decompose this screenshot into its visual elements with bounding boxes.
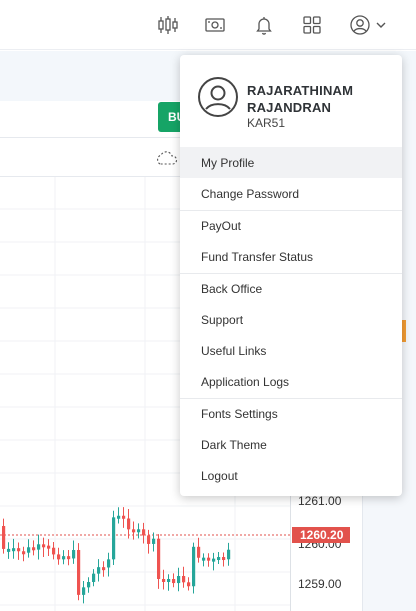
- apps-grid-icon[interactable]: [300, 13, 324, 37]
- candle-body: [107, 559, 111, 568]
- candle-body: [97, 567, 101, 574]
- menu-item-support[interactable]: Support: [180, 304, 402, 335]
- candle-body: [222, 557, 226, 561]
- menu-item-logout[interactable]: Logout: [180, 460, 402, 491]
- menu-item-fonts-settings[interactable]: Fonts Settings: [180, 398, 402, 429]
- candle-body: [57, 554, 61, 560]
- price-label: 1261.00: [298, 494, 342, 508]
- profile-header: RAJARATHINAM RAJANDRAN KAR51: [180, 55, 402, 147]
- candle-body: [182, 575, 186, 583]
- candle-body: [132, 529, 136, 533]
- candle-body: [37, 544, 41, 550]
- cash-icon[interactable]: [203, 13, 227, 37]
- candle-body: [67, 556, 71, 560]
- candle-body: [152, 538, 156, 544]
- candle-body: [147, 535, 151, 544]
- menu-item-useful-links[interactable]: Useful Links: [180, 335, 402, 366]
- user-name-line-2: RAJANDRAN: [247, 100, 332, 115]
- candle-body: [102, 567, 106, 571]
- candle-body: [112, 517, 116, 560]
- candle-body: [207, 557, 211, 561]
- candle-body: [172, 579, 176, 584]
- candle-body: [27, 547, 31, 553]
- menu-item-payout[interactable]: PayOut: [180, 210, 402, 241]
- candle-body: [52, 547, 56, 555]
- candle-body: [47, 545, 51, 549]
- candle-body: [197, 546, 201, 558]
- candle-body: [192, 546, 196, 587]
- candle-body: [122, 515, 126, 519]
- user-name-line-1: RAJARATHINAM: [247, 83, 354, 98]
- candle-body: [212, 558, 216, 562]
- candlestick-chart-icon[interactable]: [156, 13, 180, 37]
- candle-body: [227, 549, 231, 560]
- candle-body: [7, 548, 11, 552]
- candle-body: [87, 582, 91, 588]
- candle-body: [162, 578, 166, 582]
- candle-body: [12, 548, 16, 552]
- candle-body: [157, 538, 161, 579]
- menu-item-dark-theme[interactable]: Dark Theme: [180, 429, 402, 460]
- candle-body: [32, 547, 36, 551]
- candle-body: [72, 550, 76, 559]
- candle-body: [127, 518, 131, 530]
- candle-body: [177, 575, 181, 584]
- menu-item-change-password[interactable]: Change Password: [180, 178, 402, 209]
- menu-item-back-office[interactable]: Back Office: [180, 273, 402, 304]
- candle-body: [2, 526, 6, 549]
- user-name: RAJARATHINAM RAJANDRAN: [247, 82, 353, 116]
- candle-body: [17, 548, 21, 552]
- menu-item-my-profile[interactable]: My Profile: [180, 147, 402, 178]
- menu-item-application-logs[interactable]: Application Logs: [180, 366, 402, 397]
- candle-body: [202, 557, 206, 561]
- price-label: 1259.00: [298, 577, 342, 591]
- candle-body: [142, 529, 146, 536]
- candle-body: [62, 556, 66, 560]
- candle-body: [217, 557, 221, 561]
- candle-body: [22, 551, 26, 555]
- menu-item-fund-transfer-status[interactable]: Fund Transfer Status: [180, 241, 402, 272]
- profile-dropdown-menu: RAJARATHINAM RAJANDRAN KAR51 My Profile …: [180, 55, 402, 496]
- candle-body: [167, 579, 171, 583]
- candle-body: [82, 587, 86, 595]
- top-navigation-bar: [0, 0, 416, 50]
- user-code: KAR51: [247, 116, 286, 130]
- candle-body: [92, 573, 96, 583]
- current-price-tag: 1260.20: [292, 527, 350, 543]
- candle-body: [77, 550, 81, 595]
- candle-body: [42, 544, 46, 548]
- candle-body: [137, 529, 141, 533]
- candle-body: [117, 515, 121, 519]
- user-avatar-icon: [198, 77, 238, 117]
- chevron-down-icon[interactable]: [369, 13, 393, 37]
- notification-bell-icon[interactable]: [252, 13, 276, 37]
- candle-body: [187, 582, 191, 587]
